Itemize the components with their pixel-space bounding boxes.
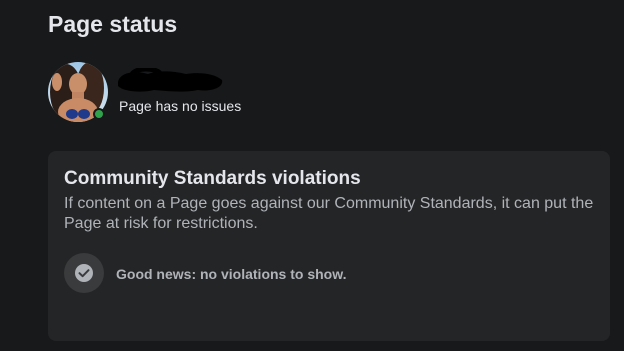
violations-status-row: Good news: no violations to show. — [64, 253, 584, 295]
page-status-screen: Page status Page has no issues Community… — [0, 0, 624, 351]
page-title: Page status — [48, 11, 178, 37]
community-standards-card: Community Standards violations If conten… — [48, 151, 610, 341]
card-description: If content on a Page goes against our Co… — [64, 195, 594, 232]
card-title: Community Standards violations — [64, 168, 361, 189]
online-status-dot — [93, 108, 105, 120]
no-violations-text: Good news: no violations to show. — [116, 266, 347, 282]
checkmark-icon — [75, 264, 93, 282]
profile-row: Page has no issues — [48, 62, 608, 126]
redacted-page-name — [118, 68, 223, 92]
check-badge — [64, 253, 104, 293]
page-status-text: Page has no issues — [119, 98, 242, 114]
